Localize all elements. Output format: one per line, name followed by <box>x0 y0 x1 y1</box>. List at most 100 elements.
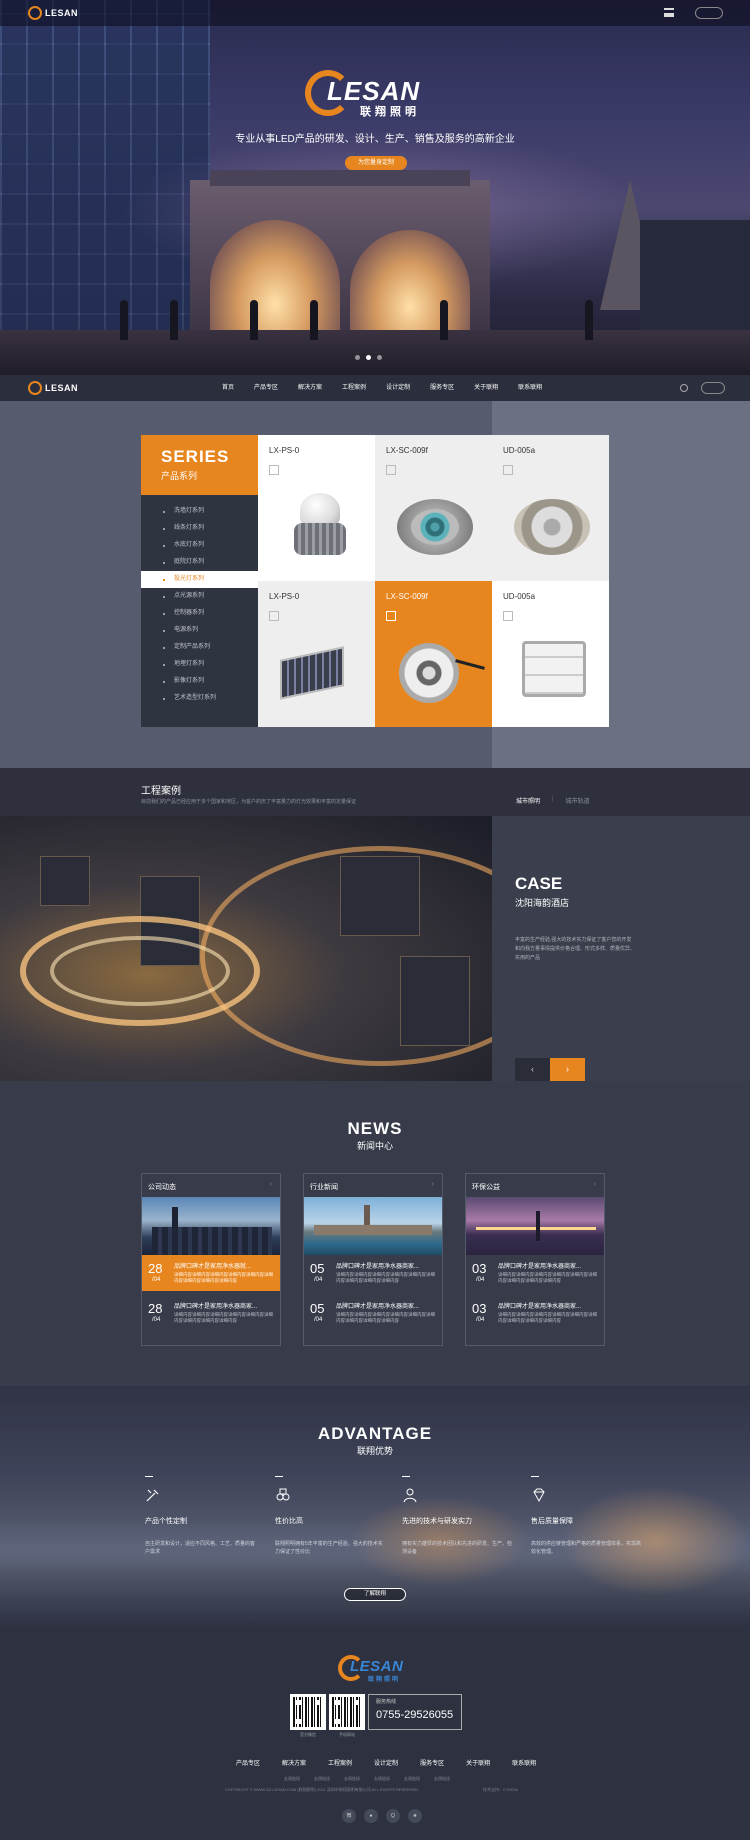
footer-nav-item[interactable]: 服务专区 <box>409 1758 455 1767</box>
news-item[interactable]: 05 /04 品牌口碑才是家用净水器商家... 详细内容详细内容详细内容详细内容… <box>304 1255 442 1291</box>
chevron-right-icon[interactable]: › <box>432 1181 434 1188</box>
main-nav: LESAN 首页 产品专区 解决方案 工程案例 设计定制 服务专区 关于联翔 联… <box>0 375 750 401</box>
qr-code-wechat <box>290 1694 326 1730</box>
news-column: 环保公益 › 03 /04 品牌口碑才是家用净水器商家... 详细内容详细内容详… <box>465 1173 605 1346</box>
product-card-active[interactable]: LX-SC-009f <box>375 581 492 727</box>
product-card[interactable]: LX-PS-0 <box>258 435 375 581</box>
friend-link[interactable]: 友情链接 <box>284 1776 300 1782</box>
case-photo[interactable] <box>0 816 492 1081</box>
nav-item[interactable]: 联系联翔 <box>508 375 552 401</box>
news-item[interactable]: 05 /04 品牌口碑才是家用净水器商家... 详细内容详细内容详细内容详细内容… <box>304 1295 442 1331</box>
friend-links: 友情链接 友情链接 友情链接 友情链接 友情链接 友情链接 <box>284 1776 450 1782</box>
star-icon[interactable]: ★ <box>408 1809 422 1823</box>
arrow-icon[interactable] <box>386 465 396 475</box>
friend-link[interactable]: 友情链接 <box>344 1776 360 1782</box>
news-thumbnail[interactable] <box>304 1197 442 1255</box>
advantage-item: 售后质量保障 高效的供应链管理和严格的质量管理体系，实现高效化管理。 <box>531 1476 641 1556</box>
nav-search-input[interactable] <box>701 382 725 394</box>
footer-nav-item[interactable]: 解决方案 <box>271 1758 317 1767</box>
value-icon <box>276 1488 290 1501</box>
product-card[interactable]: LX-SC-009f <box>375 435 492 581</box>
top-bar: LESAN <box>0 0 750 26</box>
top-logo[interactable]: LESAN <box>28 5 78 21</box>
tab-city-lighting[interactable]: 城市照明 <box>516 796 540 805</box>
friend-link[interactable]: 友情链接 <box>314 1776 330 1782</box>
series-item-active[interactable]: 投光灯系列 <box>141 571 258 588</box>
product-card[interactable]: LX-PS-0 <box>258 581 375 727</box>
footer-logo[interactable]: LESAN 联翔照明 <box>338 1655 418 1683</box>
series-item[interactable]: 定制产品系列 <box>141 639 258 656</box>
top-search-input[interactable] <box>695 7 723 19</box>
hotline-number[interactable]: 0755-29526055 <box>376 1709 454 1721</box>
arrow-icon[interactable] <box>503 611 513 621</box>
footer-nav-item[interactable]: 联系联翔 <box>501 1758 547 1767</box>
footer-nav-item[interactable]: 设计定制 <box>363 1758 409 1767</box>
series-item[interactable]: 线条灯系列 <box>141 520 258 537</box>
friend-link[interactable]: 友情链接 <box>374 1776 390 1782</box>
hero-banner: LESAN LESAN 联翔照明 专业从事LED产品的研发、设计、生产、销售及服… <box>0 0 750 375</box>
advantage-item: 先进的技术与研发实力 拥有实力雄厚的技术团队和先进的研发、生产、检测设备 <box>402 1476 512 1556</box>
friend-link[interactable]: 友情链接 <box>434 1776 450 1782</box>
nav-item[interactable]: 设计定制 <box>376 375 420 401</box>
arrow-icon[interactable] <box>503 465 513 475</box>
footer-nav-item[interactable]: 工程案例 <box>317 1758 363 1767</box>
series-item[interactable]: 电源系列 <box>141 622 258 639</box>
news-item[interactable]: 03 /04 品牌口碑才是家用净水器商家... 详细内容详细内容详细内容详细内容… <box>466 1255 604 1291</box>
wechat-icon[interactable]: ● <box>364 1809 378 1823</box>
nav-item[interactable]: 产品专区 <box>244 375 288 401</box>
product-name: UD-005a <box>503 446 536 455</box>
product-card[interactable]: UD-005a <box>492 435 609 581</box>
footer: LESAN 联翔照明 官方微信 手机网站 服务热线 0755-29526055 … <box>0 1629 750 1840</box>
weibo-icon[interactable]: 微 <box>342 1809 356 1823</box>
nav-item[interactable]: 关于联翔 <box>464 375 508 401</box>
case-prev-button[interactable]: ‹ <box>515 1058 550 1081</box>
hero-cta-button[interactable]: 为您量身定制 <box>345 156 407 170</box>
advantage-section: ADVANTAGE 联翔优势 产品个性定制 自主研发和设计，适应不同风格、工艺、… <box>0 1386 750 1629</box>
footer-nav: 产品专区 解决方案 工程案例 设计定制 服务专区 关于联翔 联系联翔 <box>225 1758 547 1767</box>
news-item[interactable]: 03 /04 品牌口碑才是家用净水器商家... 详细内容详细内容详细内容详细内容… <box>466 1295 604 1331</box>
copyright: COPYRIGHT © WWW.SZ-LESAN.COM (联翔照明) 2011… <box>225 1787 518 1792</box>
series-item[interactable]: 庭院灯系列 <box>141 554 258 571</box>
carousel-dot[interactable] <box>355 355 360 360</box>
nav-item[interactable]: 工程案例 <box>332 375 376 401</box>
case-next-button[interactable]: › <box>550 1058 585 1081</box>
nav-logo[interactable]: LESAN <box>28 380 78 396</box>
chevron-right-icon[interactable]: › <box>594 1181 596 1188</box>
hamburger-icon[interactable] <box>664 8 674 17</box>
series-item[interactable]: 控制器系列 <box>141 605 258 622</box>
nav-item[interactable]: 解决方案 <box>288 375 332 401</box>
news-item[interactable]: 28 /04 品牌口碑才是家用净水器商家... 详细内容详细内容详细内容详细内容… <box>142 1295 280 1331</box>
hero-carousel-dots <box>355 355 382 360</box>
case-heading: CASE <box>515 874 563 893</box>
news-item[interactable]: 28 /04 品牌口碑才是家用净水器就... 详细内容详细内容详细内容详细内容详… <box>142 1255 280 1291</box>
tab-city-rail[interactable]: 城市轨道 <box>566 796 590 805</box>
learn-more-button[interactable]: 了解联翔 <box>344 1588 406 1601</box>
news-thumbnail[interactable] <box>142 1197 280 1255</box>
footer-nav-item[interactable]: 关于联翔 <box>455 1758 501 1767</box>
advantage-subheading: 联翔优势 <box>356 1446 393 1456</box>
series-item[interactable]: 点光源系列 <box>141 588 258 605</box>
product-card[interactable]: UD-005a <box>492 581 609 727</box>
carousel-dot[interactable] <box>366 355 371 360</box>
series-item[interactable]: 影像灯系列 <box>141 673 258 690</box>
qq-icon[interactable]: Q <box>386 1809 400 1823</box>
nav-item[interactable]: 首页 <box>212 375 244 401</box>
arrow-icon[interactable] <box>269 465 279 475</box>
friend-link[interactable]: 友情链接 <box>404 1776 420 1782</box>
news-column-header[interactable]: 环保公益 › <box>466 1174 604 1197</box>
arrow-icon[interactable] <box>386 611 396 621</box>
series-item[interactable]: 水底灯系列 <box>141 537 258 554</box>
news-thumbnail[interactable] <box>466 1197 604 1255</box>
arrow-icon[interactable] <box>269 611 279 621</box>
news-column-header[interactable]: 公司动态 › <box>142 1174 280 1197</box>
news-column-header[interactable]: 行业新闻 › <box>304 1174 442 1197</box>
chevron-right-icon[interactable]: › <box>270 1181 272 1188</box>
search-icon[interactable] <box>680 384 688 392</box>
series-item[interactable]: 地埋灯系列 <box>141 656 258 673</box>
footer-nav-item[interactable]: 产品专区 <box>225 1758 271 1767</box>
nav-item[interactable]: 服务专区 <box>420 375 464 401</box>
series-item[interactable]: 艺术造型灯系列 <box>141 690 258 707</box>
carousel-dot[interactable] <box>377 355 382 360</box>
series-item[interactable]: 洗墙灯系列 <box>141 503 258 520</box>
products-section: SERIES 产品系列 洗墙灯系列 线条灯系列 水底灯系列 庭院灯系列 投光灯系… <box>0 401 750 768</box>
